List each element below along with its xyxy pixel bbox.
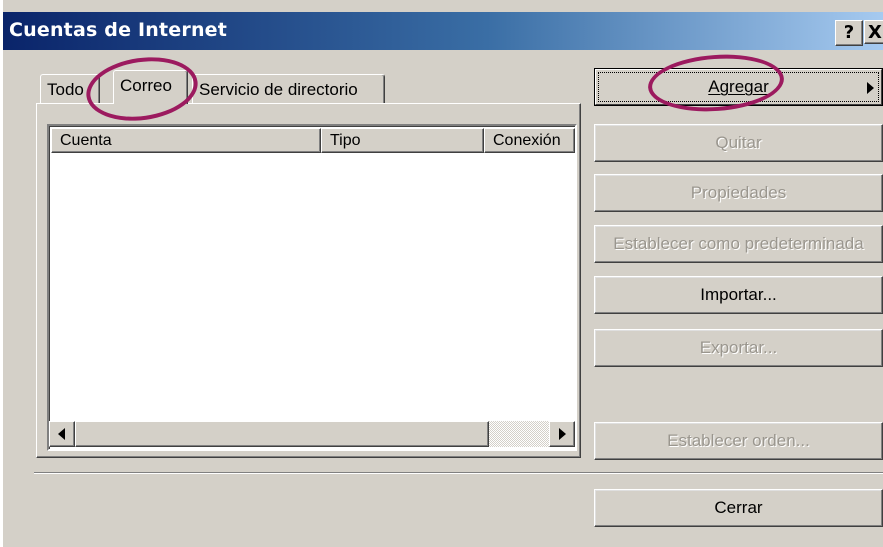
accounts-list[interactable]: Cuenta Tipo Conexión (47, 124, 577, 451)
scroll-track[interactable] (489, 421, 549, 447)
column-header-conexion[interactable]: Conexión (484, 128, 575, 153)
importar-button[interactable]: Importar... (594, 276, 883, 314)
establecer-predeterminada-button[interactable]: Establecer como predeterminada (594, 225, 883, 263)
window-title: Cuentas de Internet (9, 19, 228, 41)
establecer-orden-button[interactable]: Establecer orden... (594, 422, 883, 460)
scroll-thumb[interactable] (75, 421, 489, 447)
tab-servicio-de-directorio[interactable]: Servicio de directorio (192, 74, 385, 104)
exportar-button[interactable]: Exportar... (594, 329, 883, 367)
title-bar[interactable]: Cuentas de Internet ? X (3, 12, 883, 50)
arrow-left-icon (58, 428, 65, 440)
help-button[interactable]: ? (835, 20, 863, 46)
column-header-cuenta[interactable]: Cuenta (51, 128, 321, 153)
column-header-tipo[interactable]: Tipo (321, 128, 484, 153)
arrow-right-icon (559, 428, 566, 440)
scroll-left-button[interactable] (49, 421, 75, 447)
horizontal-scrollbar[interactable] (49, 421, 575, 447)
close-button[interactable]: X (864, 20, 883, 44)
cerrar-button[interactable]: Cerrar (594, 489, 883, 527)
submenu-arrow-icon (867, 82, 874, 94)
quitar-button[interactable]: Quitar (594, 124, 883, 162)
scroll-right-button[interactable] (549, 421, 575, 447)
window-edge (0, 0, 3, 547)
separator (34, 472, 883, 474)
propiedades-button[interactable]: Propiedades (594, 174, 883, 212)
